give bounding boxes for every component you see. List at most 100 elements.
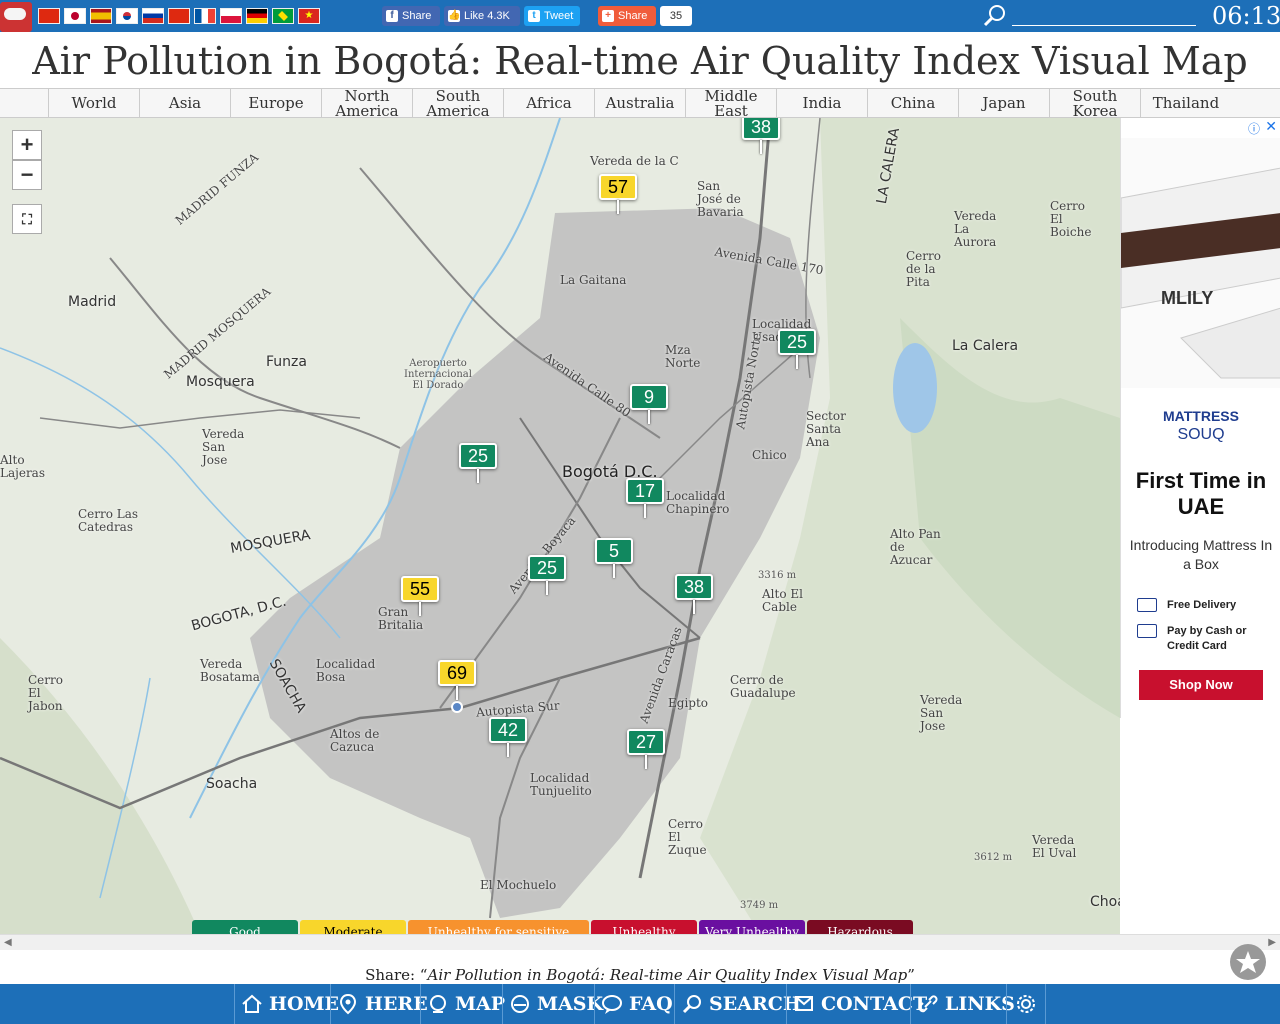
map-label: La Calera	[952, 338, 1019, 354]
map-label: Vereda de la C	[590, 154, 679, 168]
nav-mask[interactable]: MASK	[502, 984, 603, 1024]
map-label: San José de Bavaria	[697, 179, 744, 219]
shop-now-button[interactable]: Shop Now	[1139, 670, 1263, 700]
flag-korea-icon[interactable]	[116, 8, 138, 24]
flag-spain-icon[interactable]	[90, 8, 112, 24]
aqi-station-marker[interactable]: 27	[627, 729, 665, 769]
flag-japan-icon[interactable]	[64, 8, 86, 24]
settings-button[interactable]	[1006, 984, 1046, 1024]
tab-middle-east[interactable]: Middle East	[685, 88, 776, 118]
map-label: Cerro El Boiche	[1050, 199, 1092, 239]
facebook-share-button[interactable]: f Share	[382, 6, 440, 26]
facebook-like-button[interactable]: 👍 Like 4.3K	[444, 6, 520, 26]
tab-south-korea[interactable]: South Korea	[1049, 88, 1140, 118]
advertisement[interactable]: ⓘ ✕ MLILY MATTRESS SOUQ First Time in UA…	[1120, 118, 1280, 718]
aqi-station-marker[interactable]: 25	[778, 329, 816, 369]
tab-north-america[interactable]: North America	[321, 88, 412, 118]
fullscreen-icon[interactable]: ⛶	[12, 204, 42, 234]
horizontal-scrollbar[interactable]: ◀ ▶	[0, 934, 1280, 950]
map-label: Vereda El Uval	[1032, 833, 1077, 860]
tweet-button[interactable]: t Tweet	[524, 6, 580, 26]
search-input[interactable]	[1012, 8, 1196, 26]
map-label: 3316 m	[758, 570, 797, 581]
map-label: Cerro El Jabon	[28, 673, 63, 713]
flag-vietnam-icon[interactable]: ★	[298, 8, 320, 24]
share-title[interactable]: Air Pollution in Bogotá: Real-time Air Q…	[427, 966, 907, 984]
aqi-station-marker[interactable]: 25	[459, 443, 497, 483]
map-label: Cerro El Zuque	[668, 817, 707, 857]
close-icon[interactable]: ✕	[1265, 118, 1277, 135]
site-logo[interactable]	[0, 2, 32, 32]
map-label: La Gaitana	[560, 273, 627, 287]
aqi-station-marker[interactable]: 38	[675, 574, 713, 614]
aqi-station-marker[interactable]: 9	[630, 384, 668, 424]
faq-bubble-icon	[602, 995, 622, 1014]
legend-moderate: Moderate	[300, 920, 406, 934]
tab-world[interactable]: World	[48, 89, 139, 118]
map-label: 3612 m	[974, 852, 1013, 863]
location-pin-icon	[339, 993, 357, 1015]
aqi-station-marker[interactable]: 25	[528, 555, 566, 595]
thumbs-up-icon: 👍	[448, 10, 461, 22]
scroll-left-icon[interactable]: ◀	[4, 937, 12, 948]
flag-poland-icon[interactable]	[220, 8, 242, 24]
zoom-in-button[interactable]: +	[12, 130, 42, 160]
flag-germany-icon[interactable]	[246, 8, 268, 24]
tab-thailand[interactable]: Thailand	[1140, 89, 1231, 118]
map-view[interactable]: Vereda de la C San José de Bavaria MADRI…	[0, 118, 1120, 934]
tab-asia[interactable]: Asia	[139, 89, 230, 118]
aqi-station-marker[interactable]: 57	[599, 174, 637, 214]
legend-good: Good	[192, 920, 298, 934]
map-label: Mza Norte	[665, 343, 701, 370]
aqi-station-marker[interactable]: 42	[489, 717, 527, 757]
legend-unhealthy: Unhealthy	[591, 920, 697, 934]
share-button[interactable]: + Share	[598, 6, 656, 26]
nav-search[interactable]: SEARCH	[674, 984, 801, 1024]
ad-subtext: Introducing Mattress In a Box	[1129, 537, 1273, 572]
ad-logo: MLILY	[1161, 288, 1214, 308]
tab-japan[interactable]: Japan	[958, 89, 1049, 118]
map-label: Alto Pan de Azucar	[890, 527, 941, 567]
twitter-icon: t	[528, 10, 540, 22]
map-label: Gran Britalia	[378, 605, 424, 632]
flag-brazil-icon[interactable]	[272, 8, 294, 24]
map-label: Cerro de Guadalupe	[730, 673, 796, 700]
legend-hazardous: Hazardous	[807, 920, 913, 934]
search-icon	[682, 995, 701, 1014]
flag-russia-icon[interactable]	[142, 8, 164, 24]
tab-south-america[interactable]: South America	[412, 88, 503, 118]
aqi-station-marker[interactable]: 17	[626, 478, 664, 518]
bottom-nav: HOME HERE MAP MASK FAQ SEARCH CONTACT LI…	[0, 984, 1280, 1024]
map-label: Vereda Bosatama	[200, 657, 260, 684]
tab-europe[interactable]: Europe	[230, 89, 321, 118]
nav-links[interactable]: LINKS	[910, 984, 1015, 1024]
nav-contact[interactable]: CONTACT	[786, 984, 927, 1024]
aqi-station-marker[interactable]: 55	[401, 576, 439, 616]
zoom-out-button[interactable]: −	[12, 160, 42, 190]
flag-china-icon[interactable]	[38, 8, 60, 24]
ad-feature: Free Delivery	[1137, 598, 1272, 613]
aqi-station-marker[interactable]: 38	[742, 118, 780, 154]
share-line: Share: “Air Pollution in Bogotá: Real-ti…	[365, 966, 915, 984]
flag-hongkong-icon[interactable]	[168, 8, 190, 24]
nav-here[interactable]: HERE	[330, 984, 428, 1024]
flag-france-icon[interactable]	[194, 8, 216, 24]
map-label: Vereda San Jose	[920, 693, 963, 733]
nav-map[interactable]: MAP	[420, 984, 505, 1024]
tab-africa[interactable]: Africa	[503, 89, 594, 118]
scroll-right-icon[interactable]: ▶	[1268, 937, 1276, 948]
tab-australia[interactable]: Australia	[594, 89, 685, 118]
map-label: Localidad Chapinero	[666, 489, 730, 516]
nav-faq[interactable]: FAQ	[594, 984, 674, 1024]
tab-china[interactable]: China	[867, 89, 958, 118]
aqi-station-marker[interactable]: 69	[438, 660, 476, 700]
nav-home[interactable]: HOME	[234, 984, 339, 1024]
favorite-icon[interactable]	[1230, 944, 1266, 980]
search-icon[interactable]	[982, 3, 1008, 29]
gear-icon	[1017, 995, 1035, 1013]
aqi-station-marker[interactable]: 5	[595, 538, 633, 578]
tab-india[interactable]: India	[776, 89, 867, 118]
map-label: Choa	[1090, 894, 1120, 910]
map-label: Vereda La Aurora	[954, 209, 997, 249]
ad-info-icon[interactable]: ⓘ	[1248, 120, 1260, 137]
